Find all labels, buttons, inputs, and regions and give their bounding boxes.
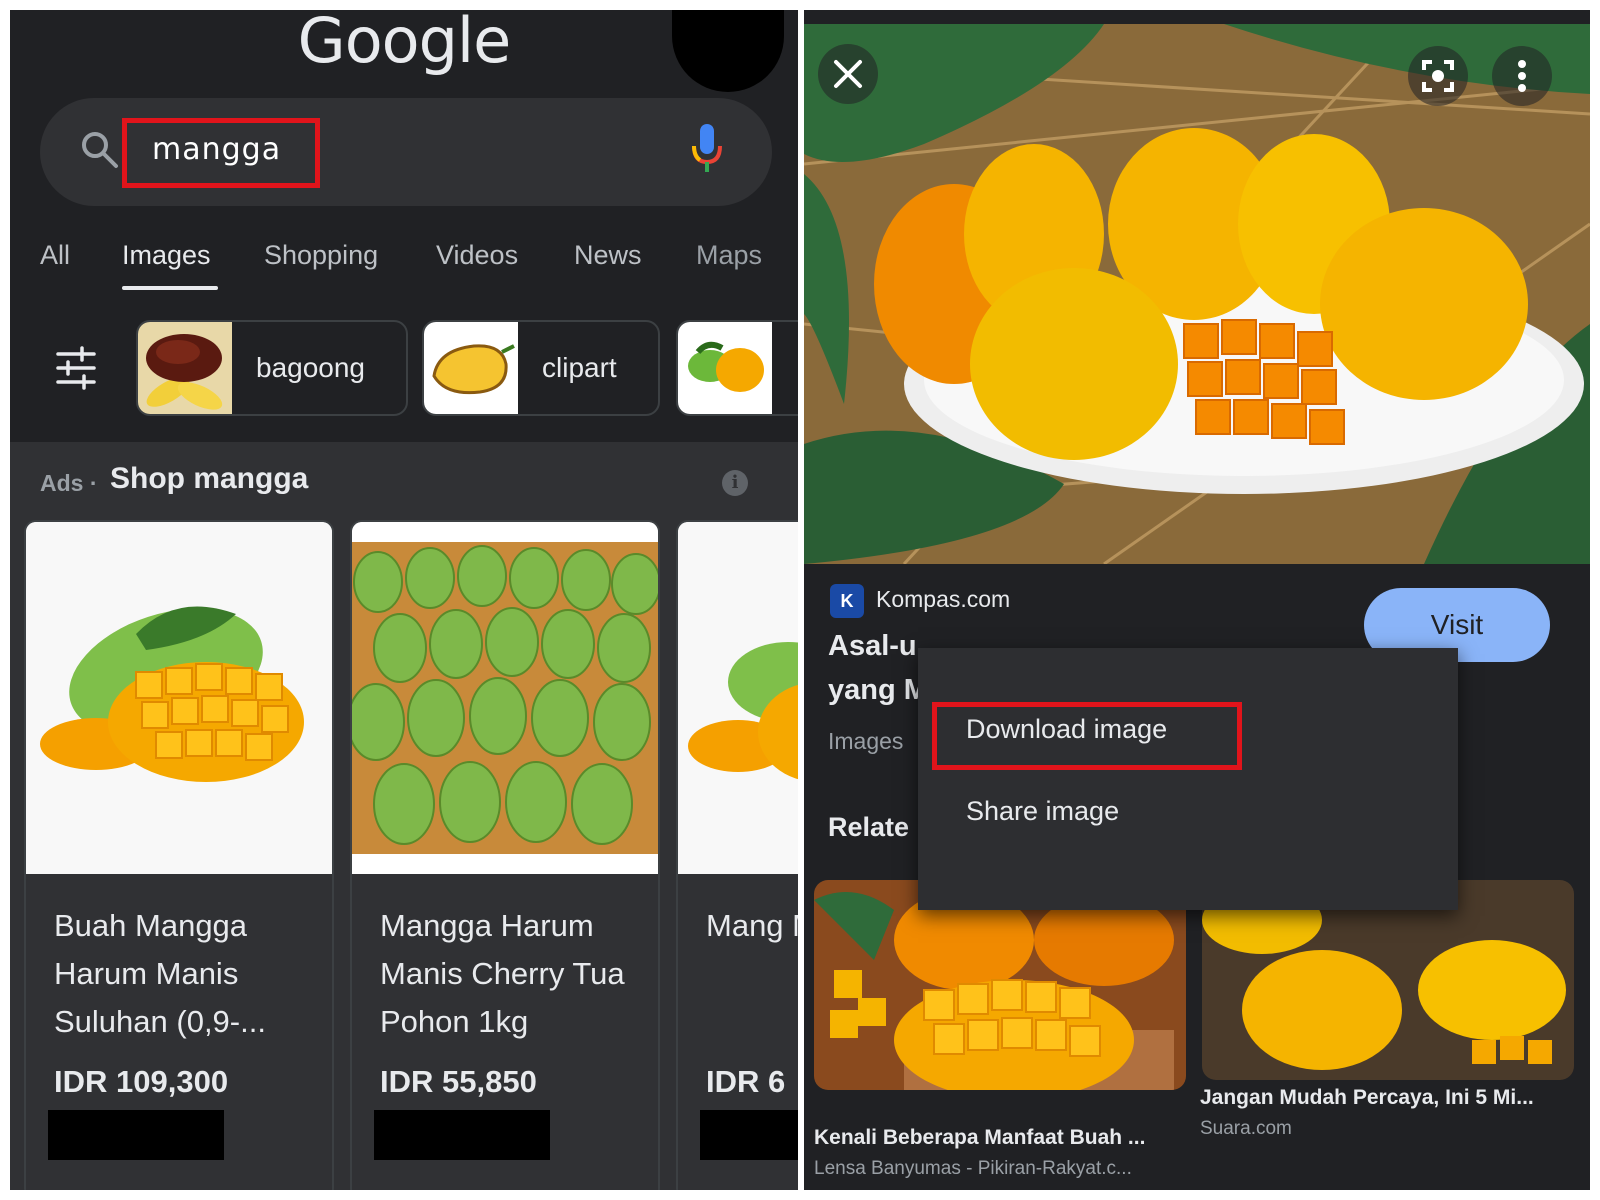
chip-bagoong[interactable]: bagoong xyxy=(136,320,408,416)
image-headline-line[interactable]: Asal-u xyxy=(828,630,917,663)
search-icon xyxy=(82,132,118,168)
kompas-favicon: K xyxy=(830,584,864,618)
source-name: Kompas.com xyxy=(876,586,1011,612)
product-price: IDR 109,300 xyxy=(54,1064,229,1099)
tune-filter-icon[interactable] xyxy=(54,346,98,390)
product-image xyxy=(26,522,332,874)
chip-label: bagoong xyxy=(256,352,366,383)
redacted-merchant xyxy=(374,1110,550,1160)
related-image xyxy=(1202,880,1574,1080)
download-image-menu-item[interactable]: Download image xyxy=(966,714,1167,745)
image-headline-line[interactable]: yang M xyxy=(828,674,928,707)
related-image xyxy=(814,880,1186,1090)
tab-news[interactable]: News xyxy=(574,240,642,271)
mango-photo[interactable] xyxy=(804,24,1590,564)
related-heading: Relate xyxy=(828,812,910,842)
product-price: IDR 6 xyxy=(706,1064,786,1099)
image-viewer-screen: K Kompas.com Visit Asal-u yang M Images … xyxy=(804,10,1590,1190)
search-input[interactable]: mangga xyxy=(152,132,281,167)
image-meta: Images xyxy=(828,728,904,754)
microphone-icon[interactable] xyxy=(690,122,724,174)
product-card[interactable]: Mangga Harum Manis Cherry Tua Pohon 1kg … xyxy=(350,520,660,1190)
redacted-merchant xyxy=(700,1110,798,1160)
product-title: Mangga Harum Manis Cherry Tua Pohon 1kg xyxy=(380,908,625,1039)
info-icon[interactable]: i xyxy=(722,470,748,496)
product-card[interactable]: Buah Mangga Harum Manis Suluhan (0,9-...… xyxy=(24,520,334,1190)
tab-images[interactable]: Images xyxy=(122,240,211,271)
shop-section-title: Shop mangga xyxy=(110,462,309,495)
product-card[interactable]: Mang Manis IDR 6 xyxy=(676,520,798,1190)
related-title[interactable]: Kenali Beberapa Manfaat Buah ... xyxy=(814,1126,1145,1150)
share-image-menu-item[interactable]: Share image xyxy=(966,796,1119,827)
tab-maps[interactable]: Maps xyxy=(696,240,762,271)
related-image-card[interactable] xyxy=(814,880,1186,1090)
product-details: Mang Manis IDR 6 xyxy=(678,874,798,1190)
product-details: Mangga Harum Manis Cherry Tua Pohon 1kg … xyxy=(352,874,658,1190)
related-title[interactable]: Jangan Mudah Percaya, Ini 5 Mi... xyxy=(1200,1086,1534,1110)
tab-shopping[interactable]: Shopping xyxy=(264,240,378,271)
image-context-menu: Download image Share image xyxy=(918,648,1458,910)
close-button[interactable] xyxy=(818,44,878,104)
chip-mango-image[interactable] xyxy=(676,320,798,416)
related-image-card[interactable] xyxy=(1202,880,1574,1080)
product-price: IDR 55,850 xyxy=(380,1064,537,1099)
account-avatar[interactable] xyxy=(672,10,784,92)
product-image xyxy=(678,522,798,874)
more-vert-icon xyxy=(1518,60,1526,92)
close-icon xyxy=(834,60,862,88)
chip-label: clipart xyxy=(542,352,617,383)
tab-all[interactable]: All xyxy=(40,240,70,271)
google-search-screen: Google mangga All Images Shopping Videos… xyxy=(10,10,798,1190)
related-source: Lensa Banyumas - Pikiran-Rakyat.c... xyxy=(814,1158,1132,1179)
product-title: Buah Mangga Harum Manis Suluhan (0,9-... xyxy=(54,908,266,1039)
clipart-thumbnail xyxy=(424,322,518,414)
related-source: Suara.com xyxy=(1200,1118,1292,1139)
lens-button[interactable] xyxy=(1408,46,1468,106)
product-title: Mang Manis xyxy=(706,908,798,943)
lens-icon xyxy=(1422,60,1454,92)
chip-clipart[interactable]: clipart xyxy=(422,320,660,416)
mango-thumbnail xyxy=(678,322,772,414)
product-image xyxy=(352,522,658,874)
active-tab-indicator xyxy=(122,286,218,290)
redacted-merchant xyxy=(48,1110,224,1160)
product-details: Buah Mangga Harum Manis Suluhan (0,9-...… xyxy=(26,874,332,1190)
tab-videos[interactable]: Videos xyxy=(436,240,518,271)
ads-label: Ads · xyxy=(40,470,98,496)
bagoong-thumbnail xyxy=(138,322,232,414)
more-options-button[interactable] xyxy=(1492,46,1552,106)
